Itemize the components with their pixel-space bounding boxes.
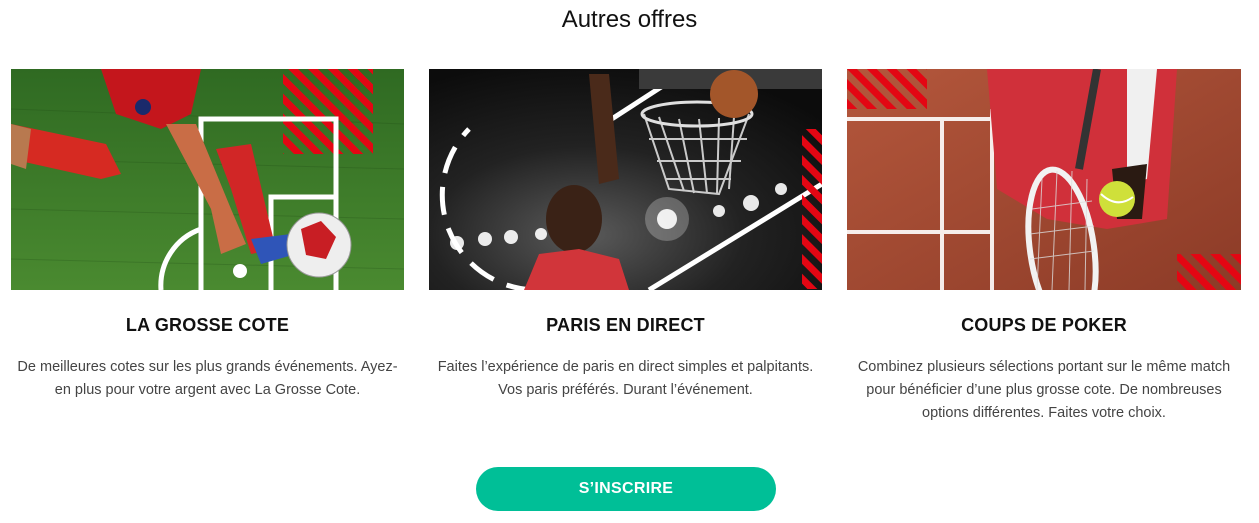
football-image [11, 69, 404, 290]
card-description: Faites l’expérience de paris en direct s… [437, 359, 814, 398]
card-title: COUPS DE POKER [961, 315, 1127, 335]
card-description: Combinez plusieurs sélections portant su… [857, 359, 1231, 421]
card-title: LA GROSSE COTE [125, 315, 290, 335]
offer-card-paris-en-direct[interactable]: PARIS EN DIRECT Faites l’expérience de p… [429, 69, 822, 402]
offer-card-coups-de-poker[interactable]: COUPS DE POKER Combinez plusieurs sélect… [847, 69, 1241, 425]
basketball-image [429, 69, 822, 290]
card-title: PARIS EN DIRECT [546, 315, 705, 335]
offer-card-grosse-cote[interactable]: LA GROSSE COTE De meilleures cotes sur l… [11, 69, 404, 402]
tennis-image [847, 69, 1241, 290]
card-description: De meilleures cotes sur les plus grands … [17, 359, 398, 398]
signup-button[interactable]: S’INSCRIRE [476, 467, 776, 511]
section-title: Autres offres [561, 6, 698, 33]
